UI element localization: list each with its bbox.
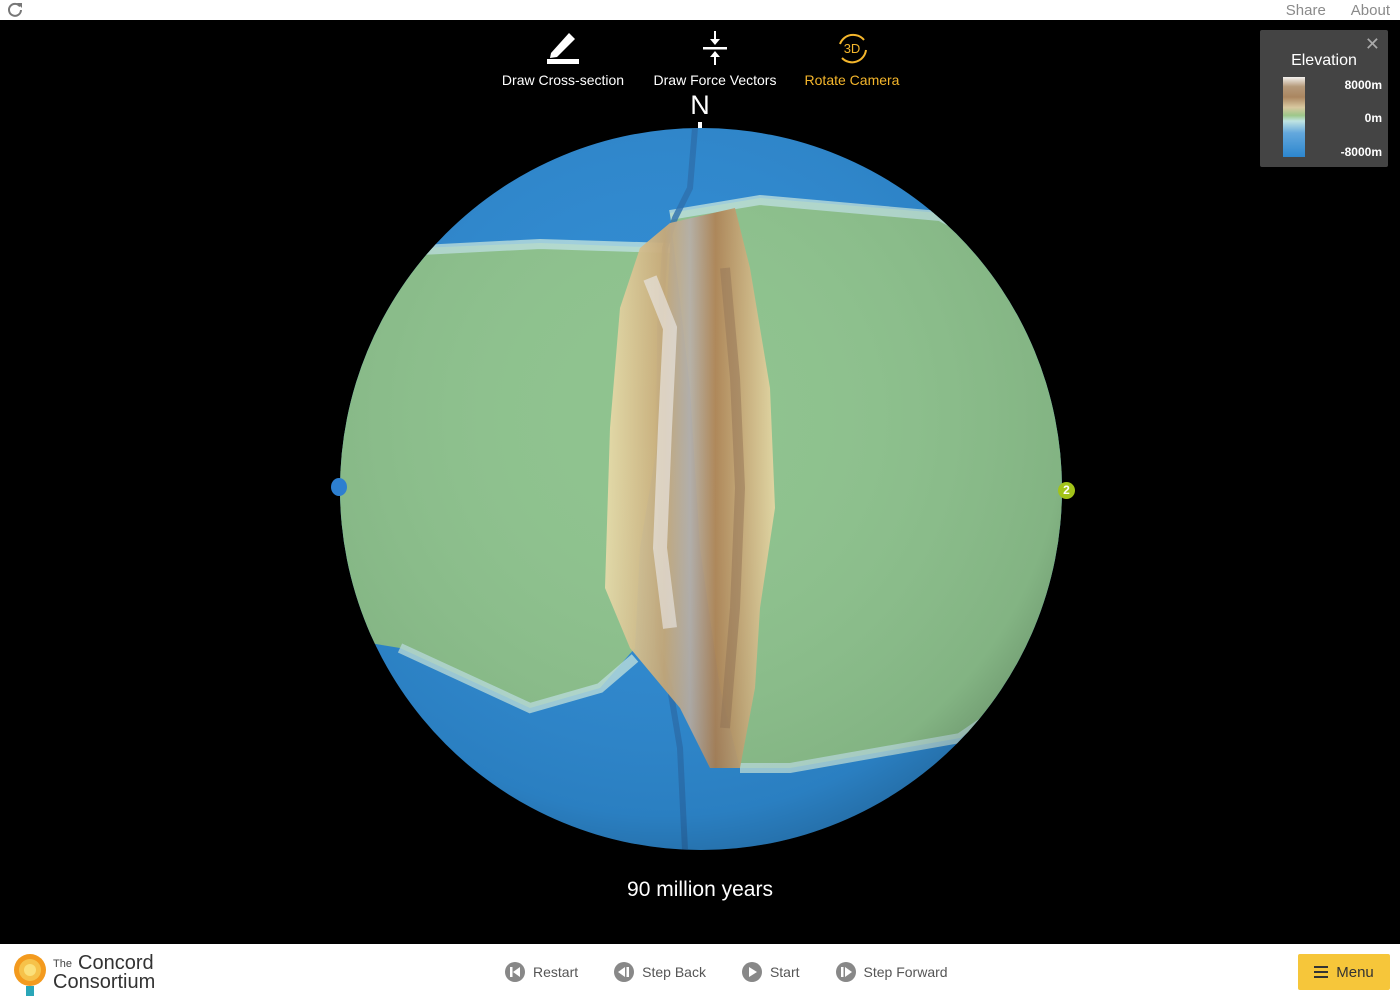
restart-button[interactable]: Restart (505, 962, 578, 982)
restart-label: Restart (533, 964, 579, 980)
legend-title: Elevation (1291, 52, 1357, 69)
svg-text:3D: 3D (844, 41, 861, 56)
logo-text-consortium: Consortium (53, 971, 156, 993)
planet-globe[interactable] (340, 128, 1062, 850)
legend-min-label: -8000m (1340, 145, 1382, 159)
menu-label: Menu (1336, 963, 1374, 981)
hamburger-icon (1314, 966, 1329, 978)
play-icon (741, 962, 762, 982)
step-back-label: Step Back (642, 964, 706, 980)
concord-consortium-logo[interactable]: The Concord Consortium (8, 948, 168, 996)
start-label: Start (769, 964, 800, 980)
legend-max-label: 8000m (1344, 78, 1382, 92)
lightbulb-logo-icon (14, 954, 46, 996)
elevation-color-bar (1283, 77, 1305, 157)
draw-force-vectors-label: Draw Force Vectors (653, 72, 777, 88)
playback-controls: Restart Step Back Start Step Forward (505, 944, 984, 1000)
compress-arrows-icon (703, 31, 727, 65)
rotate-3d-icon: 3D (839, 33, 867, 64)
simulation-stage[interactable]: Draw Cross-section Draw Force Vectors 3D… (0, 20, 1400, 944)
elevation-legend: ✕ Elevation 8000m 0m -8000m (1260, 30, 1388, 167)
pencil-icon (547, 33, 579, 64)
bottom-bar: The Concord Consortium Restart Step Back (0, 944, 1400, 1000)
rotate-camera-label: Rotate Camera (804, 72, 900, 88)
rotate-camera-button[interactable]: 3D Rotate Camera (803, 24, 901, 88)
start-button[interactable]: Start (741, 962, 800, 982)
step-back-button[interactable]: Step Back (614, 962, 706, 982)
step-forward-icon (835, 962, 856, 982)
north-indicator: N (690, 90, 710, 120)
step-back-icon (614, 962, 635, 982)
menu-button[interactable]: Menu (1298, 954, 1390, 990)
top-bar: Share About (0, 0, 1400, 20)
legend-mid-label: 0m (1364, 111, 1382, 125)
top-links: Share About (1286, 0, 1390, 20)
reload-icon[interactable] (6, 1, 24, 19)
plate-marker-1[interactable] (331, 478, 347, 496)
step-forward-label: Step Forward (863, 964, 948, 980)
time-display: 90 million years (627, 878, 773, 901)
logo-text-the: The (53, 958, 72, 970)
about-link[interactable]: About (1351, 2, 1390, 19)
restart-icon (505, 962, 525, 982)
plate-marker-2[interactable]: 2 (1058, 482, 1075, 499)
step-forward-button[interactable]: Step Forward (835, 962, 948, 982)
share-link[interactable]: Share (1286, 2, 1326, 19)
draw-cross-section-label: Draw Cross-section (501, 72, 625, 88)
draw-force-vectors-button[interactable]: Draw Force Vectors (651, 24, 779, 88)
draw-cross-section-button[interactable]: Draw Cross-section (499, 24, 627, 88)
